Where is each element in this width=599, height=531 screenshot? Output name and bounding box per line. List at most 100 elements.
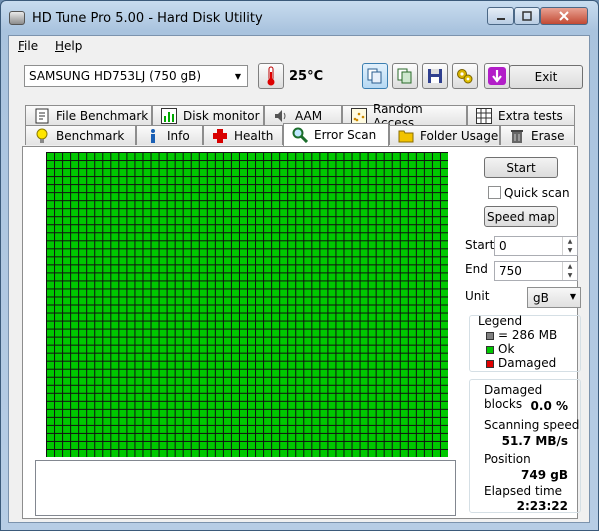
scan-block bbox=[159, 177, 167, 185]
scan-block bbox=[360, 161, 368, 169]
scan-block bbox=[392, 185, 400, 193]
scan-block bbox=[408, 225, 416, 233]
scan-log-box[interactable] bbox=[35, 460, 456, 516]
scan-block bbox=[392, 401, 400, 409]
tab-erase[interactable]: Erase bbox=[500, 125, 575, 145]
tab-info[interactable]: Info bbox=[136, 125, 203, 145]
copy-text-button[interactable] bbox=[362, 63, 388, 89]
tab-erase-label: Erase bbox=[531, 128, 565, 143]
scan-block bbox=[119, 201, 127, 209]
scan-block bbox=[432, 297, 440, 305]
scan-block bbox=[95, 417, 103, 425]
scan-block bbox=[424, 305, 432, 313]
scan-block bbox=[352, 425, 360, 433]
scan-block bbox=[79, 385, 87, 393]
scan-block bbox=[384, 441, 392, 449]
scan-block bbox=[248, 273, 256, 281]
scan-block bbox=[360, 385, 368, 393]
tab-random-access[interactable]: Random Access bbox=[342, 102, 467, 130]
maximize-button[interactable] bbox=[514, 7, 540, 25]
tab-extra-tests[interactable]: Extra tests bbox=[467, 105, 575, 125]
scan-block bbox=[87, 281, 95, 289]
scan-block bbox=[63, 393, 71, 401]
title-bar[interactable]: HD Tune Pro 5.00 - Hard Disk Utility bbox=[1, 1, 598, 35]
download-button[interactable] bbox=[484, 63, 510, 89]
scan-block bbox=[408, 217, 416, 225]
scan-block bbox=[272, 329, 280, 337]
scan-block bbox=[143, 193, 151, 201]
spin-arrows-icon[interactable]: ▲ ▼ bbox=[562, 262, 577, 280]
minimize-button[interactable] bbox=[487, 7, 514, 25]
scan-block bbox=[280, 321, 288, 329]
drive-select[interactable]: SAMSUNG HD753LJ (750 gB) ▼ bbox=[24, 65, 248, 87]
scan-block bbox=[344, 233, 352, 241]
scan-block bbox=[199, 249, 207, 257]
scan-block bbox=[231, 217, 239, 225]
scan-block bbox=[215, 193, 223, 201]
scan-block bbox=[103, 193, 111, 201]
copy-screenshot-button[interactable] bbox=[392, 63, 418, 89]
scan-block bbox=[320, 409, 328, 417]
tab-folder-usage[interactable]: Folder Usage bbox=[389, 125, 500, 145]
scan-block bbox=[135, 297, 143, 305]
scan-block bbox=[87, 273, 95, 281]
menu-help[interactable]: Help bbox=[55, 39, 82, 53]
start-position-input[interactable]: 0 ▲ ▼ bbox=[494, 236, 578, 256]
scan-block bbox=[231, 257, 239, 265]
tab-aam[interactable]: AAM bbox=[264, 105, 342, 125]
scan-block bbox=[119, 345, 127, 353]
scan-block bbox=[167, 345, 175, 353]
scan-block bbox=[400, 361, 408, 369]
scan-block bbox=[87, 153, 95, 161]
tab-file-benchmark[interactable]: File Benchmark bbox=[25, 105, 152, 125]
scan-block bbox=[360, 265, 368, 273]
end-position-input[interactable]: 750 ▲ ▼ bbox=[494, 261, 578, 281]
scan-block bbox=[432, 337, 440, 345]
scan-block bbox=[207, 185, 215, 193]
menu-file-label: ile bbox=[24, 39, 39, 53]
scan-block bbox=[119, 385, 127, 393]
save-button[interactable] bbox=[422, 63, 448, 89]
quick-scan-checkbox[interactable] bbox=[488, 186, 501, 199]
scan-block bbox=[215, 425, 223, 433]
scan-block bbox=[416, 281, 424, 289]
scan-block bbox=[167, 177, 175, 185]
scan-block bbox=[71, 417, 79, 425]
scan-block bbox=[143, 417, 151, 425]
options-button[interactable] bbox=[452, 63, 478, 89]
scan-block bbox=[79, 337, 87, 345]
scan-block bbox=[288, 249, 296, 257]
scan-block bbox=[376, 345, 384, 353]
tab-disk-monitor[interactable]: Disk monitor bbox=[152, 105, 264, 125]
scan-block bbox=[440, 153, 448, 161]
scan-block bbox=[376, 217, 384, 225]
scan-block bbox=[296, 217, 304, 225]
scan-block bbox=[408, 169, 416, 177]
scan-block bbox=[392, 425, 400, 433]
speed-map-button[interactable]: Speed map bbox=[484, 206, 558, 227]
scan-block bbox=[296, 305, 304, 313]
scan-block bbox=[320, 241, 328, 249]
exit-button[interactable]: Exit bbox=[509, 65, 583, 89]
unit-select[interactable]: gB ▼ bbox=[527, 287, 581, 308]
scan-block bbox=[199, 209, 207, 217]
menu-file[interactable]: File bbox=[18, 39, 38, 53]
scan-block bbox=[223, 185, 231, 193]
scan-block bbox=[239, 321, 247, 329]
scan-block bbox=[376, 385, 384, 393]
temperature-button[interactable] bbox=[258, 63, 284, 89]
scan-block bbox=[159, 377, 167, 385]
start-field-label: Start bbox=[465, 238, 495, 252]
tab-error-scan[interactable]: Error Scan bbox=[283, 123, 389, 146]
scan-block bbox=[288, 377, 296, 385]
scan-block bbox=[71, 289, 79, 297]
scan-block bbox=[79, 273, 87, 281]
tab-health[interactable]: Health bbox=[203, 125, 283, 145]
close-button[interactable] bbox=[540, 7, 588, 25]
scan-block bbox=[55, 369, 63, 377]
tab-benchmark[interactable]: Benchmark bbox=[25, 125, 136, 145]
spin-arrows-icon[interactable]: ▲ ▼ bbox=[562, 237, 577, 255]
scan-block bbox=[55, 233, 63, 241]
start-button[interactable]: Start bbox=[484, 157, 558, 178]
scan-block bbox=[47, 433, 55, 441]
